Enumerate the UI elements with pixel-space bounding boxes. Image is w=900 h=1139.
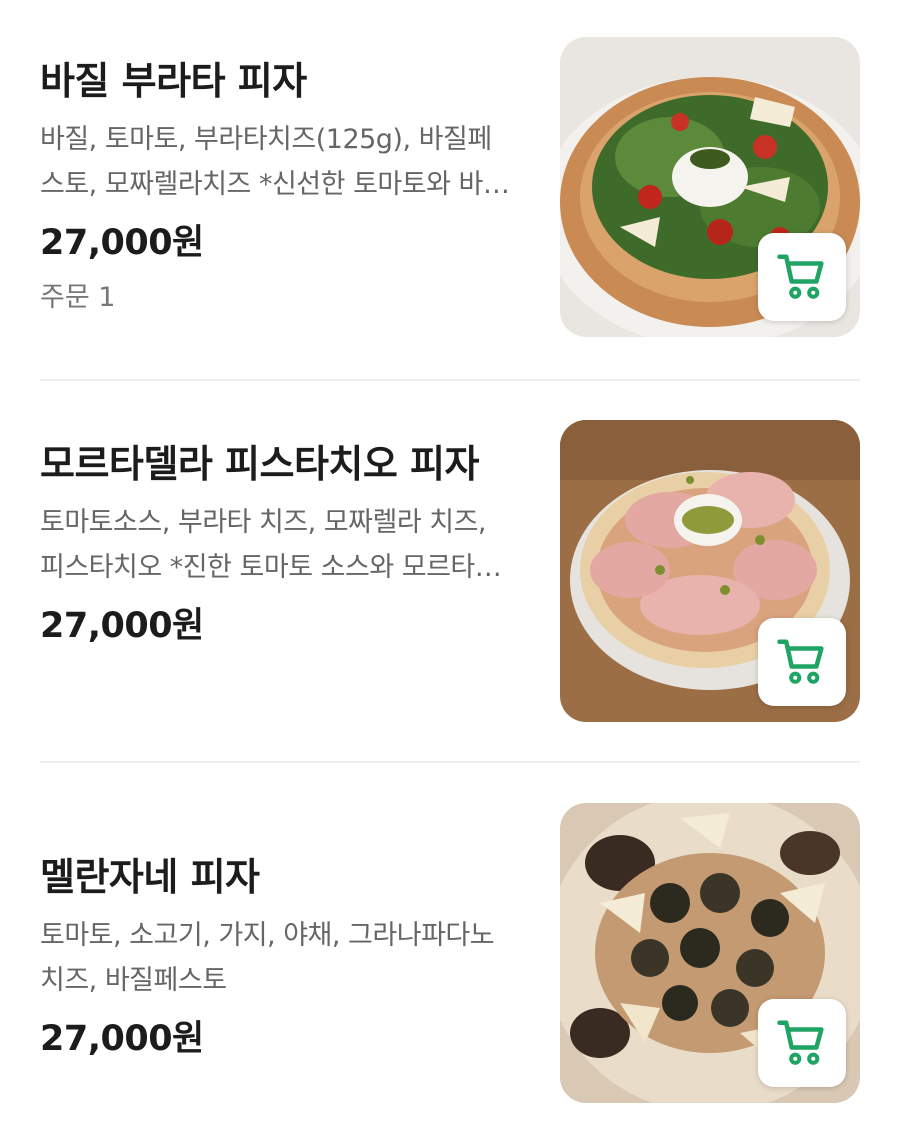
menu-item-description: 바질, 토마토, 부라타치즈(125g), 바질페스토, 모짜렐라치즈 *신선한…: [40, 124, 508, 200]
add-to-cart-button[interactable]: [758, 233, 846, 321]
divider: [40, 379, 860, 381]
menu-item-description: 토마토, 소고기, 가지, 야채, 그라나파다노치즈, 바질페스토: [40, 920, 495, 996]
divider: [40, 761, 860, 763]
menu-item-price: 27,000원: [40, 606, 204, 646]
menu-item-name: 멜란자네 피자: [40, 855, 260, 899]
menu-item-price: 27,000원: [40, 1019, 204, 1059]
menu-item-name: 모르타델라 피스타치오 피자: [40, 442, 479, 486]
melanzane-pizza-photo[interactable]: [560, 803, 860, 1103]
menu-item-order-count: 주문 1: [40, 282, 116, 313]
cart-icon: [777, 1020, 824, 1065]
menu-item-melanzane-pizza[interactable]: 멜란자네 피자 토마토, 소고기, 가지, 야채, 그라나파다노치즈, 바질페스…: [40, 803, 860, 1103]
add-to-cart-button[interactable]: [758, 618, 846, 706]
menu-list: 바질 부라타 피자 바질, 토마토, 부라타치즈(125g), 바질페스토, 모…: [0, 0, 900, 1139]
menu-item-text: 멜란자네 피자 토마토, 소고기, 가지, 야채, 그라나파다노치즈, 바질페스…: [40, 847, 510, 1061]
menu-item-text: 바질 부라타 피자 바질, 토마토, 부라타치즈(125g), 바질페스토, 모…: [40, 51, 510, 315]
mortadella-pistachio-pizza-photo[interactable]: [560, 420, 860, 722]
basil-burrata-pizza-photo[interactable]: [560, 37, 860, 337]
menu-item-description: 토마토소스, 부라타 치즈, 모짜렐라 치즈,피스타치오 *진한 토마토 소스와…: [40, 507, 500, 583]
add-to-cart-button[interactable]: [758, 999, 846, 1087]
menu-item-basil-burrata-pizza[interactable]: 바질 부라타 피자 바질, 토마토, 부라타치즈(125g), 바질페스토, 모…: [40, 37, 860, 337]
menu-item-mortadella-pistachio-pizza[interactable]: 모르타델라 피스타치오 피자 토마토소스, 부라타 치즈, 모짜렐라 치즈,피스…: [40, 420, 860, 722]
menu-item-price: 27,000원: [40, 223, 204, 263]
menu-item-text: 모르타델라 피스타치오 피자 토마토소스, 부라타 치즈, 모짜렐라 치즈,피스…: [40, 434, 510, 648]
cart-icon: [777, 639, 824, 684]
cart-icon: [777, 254, 824, 299]
menu-item-name: 바질 부라타 피자: [40, 59, 307, 103]
